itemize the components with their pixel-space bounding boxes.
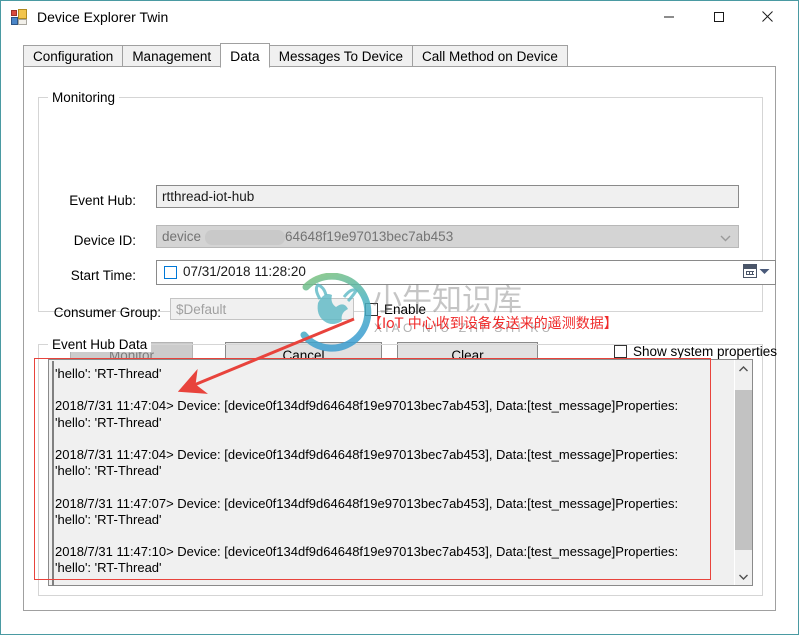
monitoring-group-title: Monitoring — [48, 90, 119, 105]
scrollbar-thumb[interactable] — [735, 390, 752, 550]
consumer-group-input[interactable]: $Default — [170, 298, 354, 320]
tab-label: Management — [132, 49, 211, 64]
event-hub-label: Event Hub: — [46, 193, 136, 208]
maximize-icon — [713, 11, 725, 23]
chevron-down-icon — [720, 235, 731, 242]
close-button[interactable] — [744, 1, 790, 32]
calendar-icon — [743, 264, 757, 278]
start-time-label: Start Time: — [46, 268, 136, 283]
tab-label: Messages To Device — [279, 49, 403, 64]
start-time-value: 07/31/2018 11:28:20 — [183, 264, 306, 279]
start-time-datepicker[interactable]: 07/31/2018 11:28:20 — [156, 260, 776, 285]
tab-label: Data — [230, 48, 260, 64]
device-id-redaction — [205, 230, 285, 245]
tab-data[interactable]: Data — [220, 43, 270, 68]
chevron-up-icon — [739, 366, 748, 372]
scrollbar-up-button[interactable] — [735, 360, 752, 377]
close-icon — [761, 10, 774, 23]
enable-checkbox[interactable]: Enable — [365, 302, 426, 317]
start-time-dropdown-button[interactable] — [743, 264, 770, 278]
tab-label: Call Method on Device — [422, 49, 558, 64]
device-id-prefix: device — [162, 229, 201, 244]
consumer-group-label: Consumer Group: — [46, 305, 161, 320]
tab-label: Configuration — [33, 49, 113, 64]
device-id-combobox[interactable]: device 64648f19e97013bec7ab453 — [156, 225, 739, 248]
event-hub-input[interactable]: rtthread-iot-hub — [156, 185, 739, 208]
app-form-icon — [11, 9, 27, 25]
tab-call-method-on-device[interactable]: Call Method on Device — [412, 45, 568, 67]
maximize-button[interactable] — [696, 1, 742, 32]
event-hub-data-groupbox: Event Hub Data 'hello': 'RT-Thread' 2018… — [38, 344, 763, 596]
tab-bar: Configuration Management Data Messages T… — [23, 43, 776, 67]
chevron-down-icon — [739, 574, 748, 580]
event-hub-data-textarea[interactable]: 'hello': 'RT-Thread' 2018/7/31 11:47:04>… — [48, 359, 753, 586]
window-title: Device Explorer Twin — [37, 9, 168, 25]
chevron-down-icon — [759, 268, 770, 275]
tab-management[interactable]: Management — [122, 45, 221, 67]
start-time-checkbox[interactable] — [164, 266, 177, 279]
device-id-label: Device ID: — [46, 233, 136, 248]
scrollbar-down-button[interactable] — [735, 568, 752, 585]
application-window: Device Explorer Twin Configuration Manag… — [0, 0, 799, 635]
textarea-inner-rule — [52, 361, 54, 586]
tab-configuration[interactable]: Configuration — [23, 45, 123, 67]
data-tab-panel: Monitoring Event Hub: rtthread-iot-hub D… — [23, 66, 776, 611]
device-id-suffix: 64648f19e97013bec7ab453 — [285, 229, 453, 244]
checkbox-square — [365, 303, 378, 316]
minimize-icon — [663, 11, 675, 23]
vertical-scrollbar[interactable] — [734, 360, 752, 585]
tab-messages-to-device[interactable]: Messages To Device — [269, 45, 413, 67]
title-bar: Device Explorer Twin — [1, 1, 798, 33]
enable-checkbox-label: Enable — [384, 302, 426, 317]
event-hub-data-text: 'hello': 'RT-Thread' 2018/7/31 11:47:04>… — [49, 360, 734, 585]
minimize-button[interactable] — [646, 1, 692, 32]
event-hub-data-group-title: Event Hub Data — [48, 337, 151, 352]
